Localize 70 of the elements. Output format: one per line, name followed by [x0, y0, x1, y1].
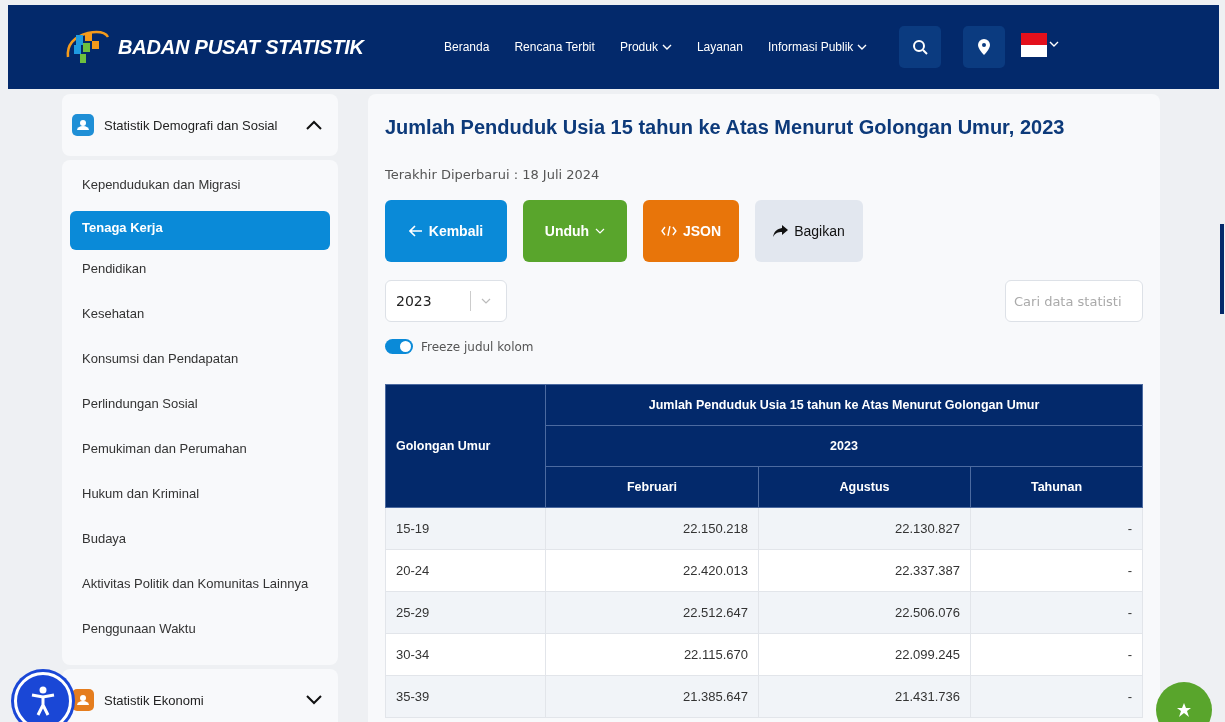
category-header[interactable]: Statistik Ekonomi: [62, 669, 338, 722]
table-cell: 22.150.218: [545, 507, 759, 550]
sidebar-item[interactable]: Kesehatan: [70, 295, 330, 340]
search-button[interactable]: [899, 26, 942, 68]
table-cell: 21.385.647: [545, 675, 759, 718]
table-cell: 22.099.245: [758, 633, 971, 676]
table-cell: 22.115.670: [545, 633, 759, 676]
search-field[interactable]: Cari data statisti: [1005, 280, 1143, 322]
location-pin-icon: [978, 39, 991, 55]
back-button[interactable]: Kembali: [385, 200, 507, 262]
accessibility-icon: [30, 686, 56, 716]
table-cell: 21.431.736: [758, 675, 971, 718]
nav-link[interactable]: Beranda: [444, 40, 490, 54]
table-cell: 25-29: [385, 591, 546, 634]
category-icon: [72, 689, 94, 711]
sidebar-item[interactable]: Tenaga Kerja: [70, 211, 330, 250]
table-cell: 22.337.387: [758, 549, 971, 592]
category-title: Statistik Ekonomi: [104, 692, 205, 708]
arrow-left-icon: [408, 225, 423, 237]
nav-link[interactable]: Produk: [619, 40, 672, 54]
sidebar-item[interactable]: Pemukiman dan Perumahan: [70, 430, 330, 475]
accessibility-button[interactable]: [14, 672, 72, 722]
sidebar-item[interactable]: Aktivitas Politik dan Komunitas Lainnya: [70, 565, 330, 610]
toggle-label: Freeze judul kolom: [421, 339, 534, 354]
table-cell: 15-19: [385, 507, 546, 550]
sidebar-item[interactable]: Perlindungan Sosial: [70, 385, 330, 430]
location-button[interactable]: [963, 26, 1006, 68]
table-cell: -: [970, 507, 1143, 550]
table-cell: 22.130.827: [758, 507, 971, 550]
sidebar-item[interactable]: Konsumsi dan Pendapatan: [70, 340, 330, 385]
table-cell: 30-34: [385, 633, 546, 676]
sidebar-item[interactable]: Budaya: [70, 520, 330, 565]
chevron-down-icon: [481, 297, 491, 305]
share-button[interactable]: Bagikan: [755, 200, 863, 262]
nav-link[interactable]: Layanan: [696, 40, 743, 54]
column-header: Golongan Umur: [385, 384, 546, 508]
nav-link[interactable]: Rencana Terbit: [514, 40, 595, 54]
share-arrow-icon: [773, 225, 789, 237]
page-title: Jumlah Penduduk Usia 15 tahun ke Atas Menurut Golongan Umur, 2023: [385, 116, 1066, 139]
category-icon: [72, 114, 94, 136]
table-cell: -: [970, 591, 1143, 634]
year-select[interactable]: 2023: [385, 280, 507, 322]
toggle-switch[interactable]: [385, 339, 413, 354]
table-cell: 22.420.013: [545, 549, 759, 592]
table-cell: -: [970, 633, 1143, 676]
column-header: Tahunan: [970, 466, 1143, 508]
column-header: Februari: [545, 466, 759, 508]
sidebar-item[interactable]: Hukum dan Kriminal: [70, 475, 330, 520]
column-header: 2023: [545, 425, 1143, 467]
table-cell: 35-39: [385, 675, 546, 718]
nav-link[interactable]: Informasi Publik: [767, 40, 868, 54]
site-title[interactable]: BADAN PUSAT STATISTIK: [118, 35, 364, 59]
table-cell: 22.512.647: [545, 591, 759, 634]
table-cell: -: [970, 675, 1143, 718]
favorite-button[interactable]: [1156, 682, 1212, 722]
chevron-down-icon: [595, 227, 606, 235]
table-cell: 20-24: [385, 549, 546, 592]
star-icon: [1176, 702, 1192, 718]
last-updated-text: Terakhir Diperbarui : 18 Juli 2024: [385, 167, 601, 182]
table-cell: -: [970, 549, 1143, 592]
sidebar-item[interactable]: Penggunaan Waktu: [70, 610, 330, 655]
column-header: Agustus: [758, 466, 971, 508]
table-cell: 22.506.076: [758, 591, 971, 634]
sidebar-item[interactable]: Pendidikan: [70, 250, 330, 295]
column-header: Jumlah Penduduk Usia 15 tahun ke Atas Menurut Golongan Umur: [545, 384, 1143, 426]
category-title: Statistik Demografi dan Sosial: [104, 117, 279, 133]
search-icon: [912, 39, 929, 55]
sidebar-item[interactable]: Kependudukan dan Migrasi: [70, 166, 330, 211]
code-icon: [661, 225, 677, 237]
category-header[interactable]: Statistik Demografi dan Sosial: [62, 94, 338, 156]
